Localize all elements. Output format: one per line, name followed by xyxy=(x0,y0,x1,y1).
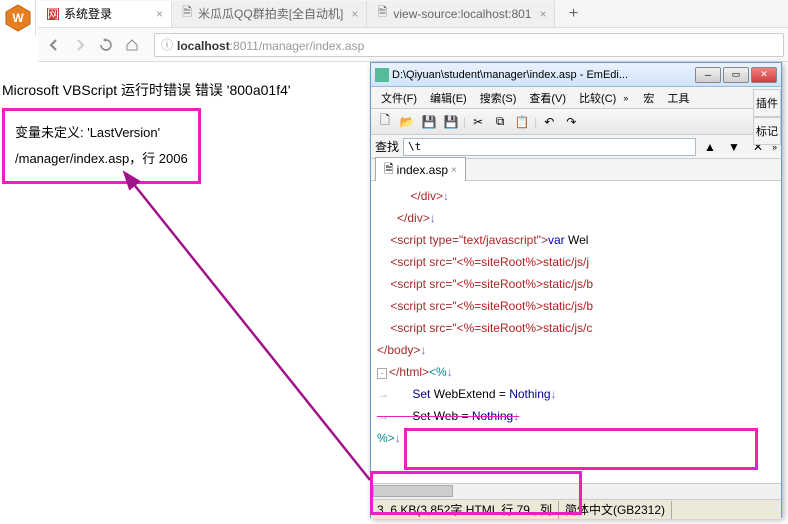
close-button[interactable]: ✕ xyxy=(751,67,777,83)
editor-window: D:\Qiyuan\student\manager\index.asp - Em… xyxy=(370,62,782,518)
search-prev-icon[interactable]: ▲ xyxy=(700,137,720,157)
file-tab[interactable]: 🗎 index.asp × xyxy=(375,157,466,183)
error-undefined-var: 变量未定义: 'LastVersion' xyxy=(15,123,188,143)
menu-bar: 文件(F) 编辑(E) 搜索(S) 查看(V) 比较(C) » 宏 工具 xyxy=(371,87,781,109)
menu-file[interactable]: 文件(F) xyxy=(375,88,423,108)
svg-text:网: 网 xyxy=(47,8,59,20)
editor-title: D:\Qiyuan\student\manager\index.asp - Em… xyxy=(392,69,692,81)
nav-bar: ⓘ localhost:8011/manager/index.asp xyxy=(38,28,788,62)
save-icon[interactable]: 💾 xyxy=(441,112,461,132)
status-bar: 3. 6 KB(3,852字 HTML 行 79 , 列 简体中文(GB2312… xyxy=(371,499,781,519)
toolbar: 🗋 📂 💾 💾 | ✂ ⧉ 📋 | ↶ ↷ » xyxy=(371,109,781,135)
url-path: /manager/index.asp xyxy=(259,39,364,53)
page-icon: 🗎 xyxy=(180,7,194,21)
search-input[interactable] xyxy=(403,138,696,156)
side-plugins[interactable]: 插件 xyxy=(753,89,781,117)
forward-button[interactable] xyxy=(68,33,92,57)
tab-label: 米瓜瓜QQ群拍卖[全自动机] xyxy=(198,5,343,22)
status-size: 3. 6 KB(3,852字 HTML 行 79 , 列 xyxy=(371,501,559,519)
fold-icon[interactable]: - xyxy=(377,368,387,379)
tab-strip: 网 系统登录 × 🗎 米瓜瓜QQ群拍卖[全自动机] × 🗎 view-sourc… xyxy=(38,0,788,28)
status-encoding: 简体中文(GB2312) xyxy=(559,501,672,519)
file-tab-close-icon[interactable]: × xyxy=(451,165,457,176)
tab-3[interactable]: 🗎 view-source:localhost:801 × xyxy=(367,1,555,27)
file-tab-bar: 🗎 index.asp × xyxy=(371,159,781,181)
horizontal-scrollbar[interactable] xyxy=(371,483,781,499)
error-location: /manager/index.asp，行 2006 xyxy=(15,149,188,169)
file-icon: 🗎 xyxy=(384,160,394,181)
menu-tools[interactable]: 工具 xyxy=(661,88,695,108)
copy-icon[interactable]: ⧉ xyxy=(490,112,510,132)
menu-view[interactable]: 查看(V) xyxy=(523,88,572,108)
tab-close-icon[interactable]: × xyxy=(156,7,163,21)
error-heading: Microsoft VBScript 运行时错误 错误 '800a01f4' xyxy=(2,80,291,100)
annotation-box-1: 变量未定义: 'LastVersion' /manager/index.asp，… xyxy=(2,108,201,184)
search-next-icon[interactable]: ▼ xyxy=(724,137,744,157)
tab-favicon: 网 xyxy=(46,7,60,21)
new-file-icon[interactable]: 🗋 xyxy=(375,112,395,132)
menu-edit[interactable]: 编辑(E) xyxy=(424,88,473,108)
menu-compare[interactable]: 比较(C) xyxy=(573,88,622,108)
undo-icon[interactable]: ↶ xyxy=(539,112,559,132)
search-label: 查找 xyxy=(375,138,399,155)
file-tab-label: index.asp xyxy=(397,163,448,177)
address-bar[interactable]: ⓘ localhost:8011/manager/index.asp xyxy=(154,33,784,57)
side-panel: 插件 标记 xyxy=(753,89,781,145)
paste-icon[interactable]: 📋 xyxy=(512,112,532,132)
menu-search[interactable]: 搜索(S) xyxy=(474,88,523,108)
tab-close-icon[interactable]: × xyxy=(539,7,546,21)
search-bar: 查找 ▲ ▼ ✕ » xyxy=(371,135,781,159)
new-tab-button[interactable]: + xyxy=(561,2,585,26)
app-icon xyxy=(375,68,389,82)
svg-text:W: W xyxy=(12,11,24,25)
tab-2[interactable]: 🗎 米瓜瓜QQ群拍卖[全自动机] × xyxy=(172,1,367,27)
browser-logo: W xyxy=(0,0,36,36)
editor-titlebar[interactable]: D:\Qiyuan\student\manager\index.asp - Em… xyxy=(371,63,781,87)
open-file-icon[interactable]: 📂 xyxy=(397,112,417,132)
tab-label: view-source:localhost:801 xyxy=(393,7,531,21)
tab-1[interactable]: 网 系统登录 × xyxy=(38,1,172,27)
code-editor[interactable]: </div> </div> <script type="text/javascr… xyxy=(371,181,781,483)
redo-icon[interactable]: ↷ xyxy=(561,112,581,132)
page-body: Microsoft VBScript 运行时错误 错误 '800a01f4' 变… xyxy=(2,80,291,184)
tab-label: 系统登录 xyxy=(64,5,112,22)
site-info-icon[interactable]: ⓘ xyxy=(161,36,173,53)
side-marks[interactable]: 标记 xyxy=(753,117,781,145)
minimize-button[interactable]: ─ xyxy=(695,67,721,83)
maximize-button[interactable]: ▭ xyxy=(723,67,749,83)
page-icon: 🗎 xyxy=(375,7,389,21)
back-button[interactable] xyxy=(42,33,66,57)
url-host: localhost xyxy=(177,39,230,53)
save-icon[interactable]: 💾 xyxy=(419,112,439,132)
menu-macro[interactable]: 宏 xyxy=(637,88,660,108)
tab-close-icon[interactable]: × xyxy=(351,7,358,21)
reload-button[interactable] xyxy=(94,33,118,57)
home-button[interactable] xyxy=(120,33,144,57)
annotation-arrow xyxy=(120,170,400,500)
cut-icon[interactable]: ✂ xyxy=(468,112,488,132)
menu-overflow-icon[interactable]: » xyxy=(623,93,628,103)
scrollbar-thumb[interactable] xyxy=(373,485,453,497)
url-port: :8011 xyxy=(230,39,259,53)
